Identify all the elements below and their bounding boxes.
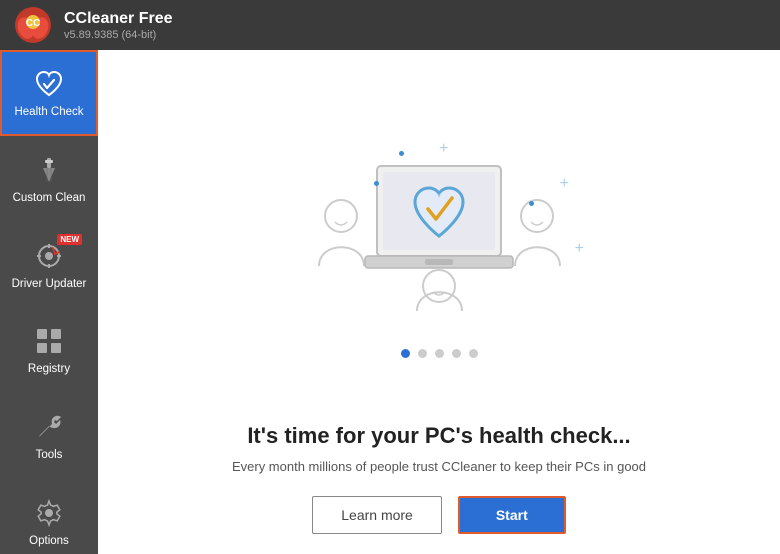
start-button[interactable]: Start — [458, 496, 566, 534]
app-title-group: CCleaner Free v5.89.9385 (64-bit) — [64, 9, 173, 40]
sidebar-item-driver-updater[interactable]: NEW Driver Updater — [0, 222, 98, 308]
deco-plus-3: + — [575, 241, 584, 257]
tools-icon — [31, 409, 67, 445]
new-badge: NEW — [57, 234, 82, 245]
illustration-container: + + + — [279, 121, 599, 341]
deco-plus-2: + — [560, 176, 569, 192]
app-version: v5.89.9385 (64-bit) — [64, 29, 173, 41]
carousel-dot-3[interactable] — [435, 349, 444, 358]
learn-more-button[interactable]: Learn more — [312, 496, 442, 534]
headline: It's time for your PC's health check... — [227, 423, 650, 449]
sidebar: Health Check Custom Clean NEW — [0, 50, 98, 554]
svg-text:CC: CC — [26, 18, 40, 29]
main-layout: Health Check Custom Clean NEW — [0, 50, 780, 554]
app-logo: CC — [14, 6, 52, 44]
sidebar-item-registry[interactable]: Registry — [0, 307, 98, 393]
carousel-dot-4[interactable] — [452, 349, 461, 358]
sidebar-driver-updater-label: Driver Updater — [12, 278, 87, 292]
title-bar: CC CCleaner Free v5.89.9385 (64-bit) — [0, 0, 780, 50]
app-title: CCleaner Free — [64, 9, 173, 28]
deco-dot-1 — [399, 151, 404, 156]
options-gear-icon — [31, 495, 67, 531]
carousel-dots — [401, 349, 478, 358]
sidebar-item-tools[interactable]: Tools — [0, 393, 98, 479]
carousel-dot-1[interactable] — [401, 349, 410, 358]
subtext: Every month millions of people trust CCl… — [202, 457, 676, 477]
button-row: Learn more Start — [312, 496, 566, 534]
sidebar-registry-label: Registry — [28, 363, 70, 377]
sidebar-health-check-label: Health Check — [14, 106, 83, 120]
hero-area: + + + — [98, 50, 780, 423]
deco-dot-2 — [374, 181, 379, 186]
sidebar-custom-clean-label: Custom Clean — [13, 192, 86, 206]
carousel-dot-2[interactable] — [418, 349, 427, 358]
hero-svg — [289, 126, 589, 336]
content-area: + + + — [98, 50, 780, 554]
sidebar-options-label: Options — [29, 535, 69, 549]
grid-icon — [31, 323, 67, 359]
heart-check-icon — [31, 66, 67, 102]
deco-dot-3 — [529, 201, 534, 206]
carousel-dot-5[interactable] — [469, 349, 478, 358]
sidebar-tools-label: Tools — [36, 449, 63, 463]
broom-icon — [31, 152, 67, 188]
sidebar-item-health-check[interactable]: Health Check — [0, 50, 98, 136]
sidebar-item-options[interactable]: Options — [0, 479, 98, 554]
sidebar-item-custom-clean[interactable]: Custom Clean — [0, 136, 98, 222]
deco-plus-1: + — [439, 141, 448, 157]
